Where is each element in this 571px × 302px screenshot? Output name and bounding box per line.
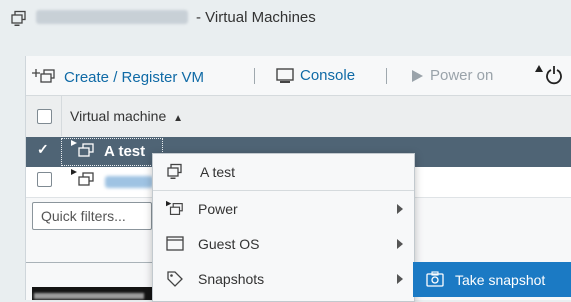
console-label: Console bbox=[300, 67, 356, 84]
vm-stack-icon bbox=[166, 200, 184, 218]
power-icon[interactable] bbox=[534, 63, 564, 87]
create-register-vm-button[interactable]: Create / Register VM bbox=[32, 67, 204, 87]
add-vm-icon bbox=[32, 69, 55, 83]
quick-filters-input[interactable] bbox=[32, 202, 152, 230]
chevron-right-icon bbox=[397, 238, 403, 249]
menu-item-take-snapshot[interactable]: Take snapshot bbox=[413, 262, 571, 297]
power-on-button[interactable]: Power on bbox=[410, 67, 493, 84]
console-icon bbox=[276, 67, 294, 83]
vm-name[interactable]: A test bbox=[104, 143, 145, 160]
create-register-vm-label: Create / Register VM bbox=[64, 68, 205, 86]
row-checkbox-checked[interactable]: ✓ bbox=[37, 142, 51, 156]
toolbar-separator bbox=[386, 68, 387, 84]
menu-item-label: Guest OS bbox=[198, 235, 260, 252]
menu-item-power[interactable]: Power bbox=[153, 191, 414, 226]
menu-item-label: Snapshots bbox=[198, 270, 265, 287]
context-menu: A test Power Guest OS Snapshots bbox=[152, 153, 415, 302]
vm-stack-icon bbox=[167, 163, 182, 179]
toolbar: Create / Register VM Console Power on bbox=[26, 58, 571, 93]
menu-item-label: Power bbox=[198, 200, 238, 217]
redacted-hostname bbox=[36, 10, 188, 24]
menu-item-guest-os[interactable]: Guest OS bbox=[153, 226, 414, 261]
column-header-virtual-machine[interactable]: Virtual machine ▲ bbox=[70, 108, 183, 124]
toolbar-separator bbox=[254, 68, 255, 84]
column-header-label: Virtual machine bbox=[70, 108, 167, 124]
chevron-right-icon bbox=[397, 203, 403, 214]
console-button[interactable]: Console bbox=[276, 67, 355, 84]
context-menu-title: A test bbox=[200, 164, 236, 180]
take-snapshot-label: Take snapshot bbox=[455, 271, 546, 288]
context-menu-header: A test bbox=[153, 154, 414, 191]
redacted-vm-name[interactable] bbox=[105, 176, 153, 188]
sort-ascending-icon: ▲ bbox=[173, 113, 184, 124]
redacted-footer-text bbox=[34, 293, 144, 299]
vm-expand-icon[interactable] bbox=[70, 168, 98, 190]
column-separator bbox=[61, 96, 62, 136]
menu-item-snapshots[interactable]: Snapshots bbox=[153, 261, 414, 296]
row-checkbox[interactable] bbox=[37, 172, 52, 187]
window-icon bbox=[166, 235, 184, 253]
vm-stack-icon bbox=[11, 10, 26, 26]
camera-icon bbox=[426, 271, 444, 287]
tag-icon bbox=[166, 270, 184, 288]
vm-expand-icon[interactable] bbox=[70, 139, 98, 161]
power-on-label: Power on bbox=[430, 67, 494, 84]
window-title: - Virtual Machines bbox=[196, 9, 316, 26]
play-icon bbox=[412, 69, 423, 82]
divider bbox=[26, 262, 156, 263]
select-all-checkbox[interactable] bbox=[37, 109, 52, 124]
chevron-right-icon bbox=[397, 273, 403, 284]
